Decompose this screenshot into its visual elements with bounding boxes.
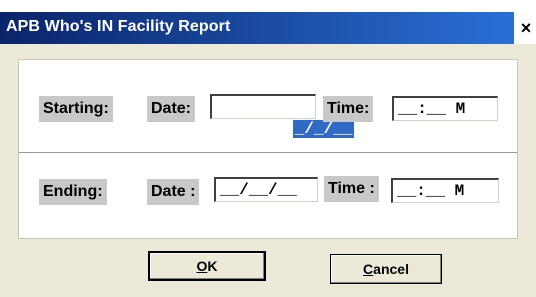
starting-date-label: Date: — [147, 96, 196, 122]
cancel-mnemonic: C — [363, 261, 374, 277]
close-icon: × — [520, 18, 532, 38]
dialog-body: Starting: Date: _/_/__ Time: __:__ M End… — [0, 44, 536, 297]
ending-date-label: Date : — [147, 179, 200, 205]
panel-divider — [19, 152, 517, 153]
close-button[interactable]: × — [516, 12, 536, 44]
starting-date-value: _/_/__ — [292, 120, 355, 138]
titlebar-bar: APB Who's IN Facility Report — [0, 12, 514, 44]
ok-label-rest: K — [207, 258, 218, 274]
titlebar: APB Who's IN Facility Report × — [0, 0, 536, 44]
facility-report-dialog: APB Who's IN Facility Report × Starting:… — [0, 0, 536, 297]
ending-label: Ending: — [39, 179, 107, 205]
ok-button[interactable]: OK — [148, 251, 266, 281]
starting-date-field[interactable]: _/_/__ — [210, 94, 355, 138]
cancel-label-rest: ancel — [373, 261, 409, 277]
ending-time-field[interactable]: __:__ M — [391, 178, 499, 203]
starting-label: Starting: — [39, 96, 113, 122]
window-title: APB Who's IN Facility Report — [6, 18, 231, 35]
starting-time-field[interactable]: __:__ M — [392, 96, 498, 121]
ending-date-field[interactable]: __/__/__ — [214, 177, 318, 202]
date-range-panel: Starting: Date: _/_/__ Time: __:__ M End… — [18, 59, 518, 239]
cancel-button[interactable]: Cancel — [330, 254, 442, 284]
ok-mnemonic: O — [196, 258, 208, 274]
ending-time-label: Time : — [324, 176, 379, 202]
starting-time-label: Time: — [323, 96, 374, 122]
